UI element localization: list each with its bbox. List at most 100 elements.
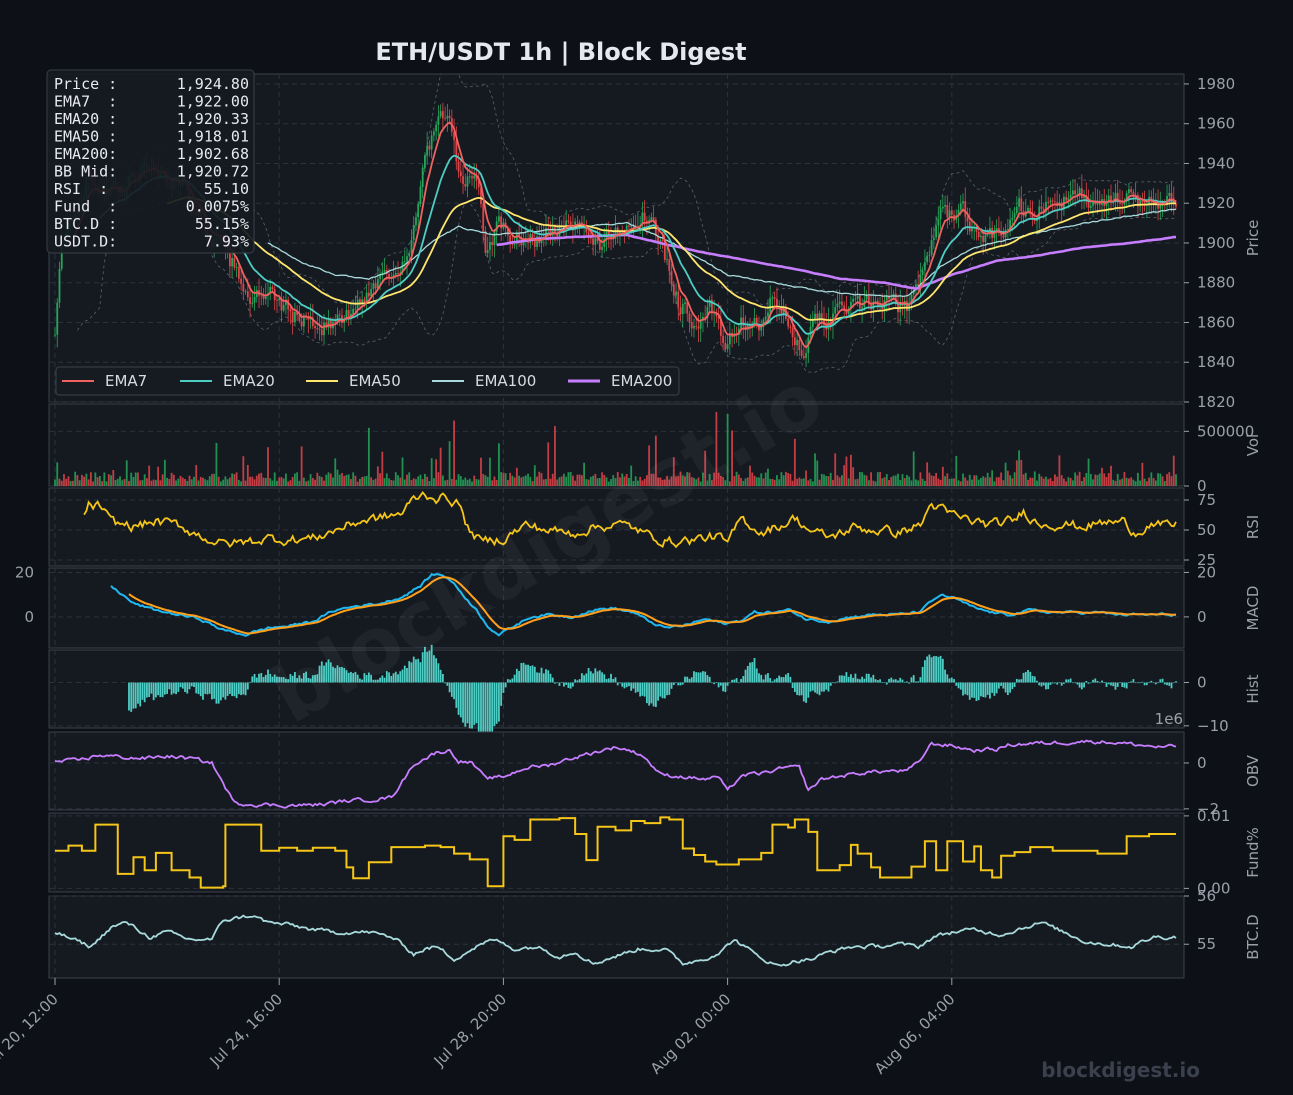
volume-bar <box>56 462 59 486</box>
histogram-bar <box>753 658 756 683</box>
volume-bar <box>986 472 989 486</box>
volume-bar <box>383 478 386 486</box>
volume-bar <box>850 454 852 486</box>
histogram-bar <box>446 682 449 686</box>
info-label: EMA20 : <box>54 110 117 128</box>
histogram-bar <box>473 682 476 725</box>
indicator-info-box: Price : 1,924.80 EMA7 : 1,922.00 EMA20 : 1,92… <box>46 69 255 254</box>
histogram-bar <box>742 676 745 683</box>
candle-body <box>251 302 254 304</box>
histogram-bar <box>134 682 137 709</box>
histogram-bar <box>515 668 518 683</box>
histogram-bar <box>549 673 552 683</box>
volume-bar <box>484 475 487 486</box>
histogram-bar <box>982 682 985 698</box>
candle-body <box>643 212 646 221</box>
volume-bar <box>547 442 550 486</box>
histogram-bar <box>1036 680 1038 683</box>
candle-body <box>789 326 792 328</box>
volume-bar <box>211 474 213 486</box>
histogram-bar <box>809 682 812 692</box>
volume-bar <box>758 477 760 486</box>
volume-bar <box>885 474 888 486</box>
histogram-bar <box>793 682 796 692</box>
volume-bar <box>415 479 417 486</box>
candle-body <box>695 325 698 327</box>
volume-bar <box>401 457 404 486</box>
histogram-bar <box>789 676 792 683</box>
ytick-label-rsi: 50 <box>1197 521 1216 539</box>
histogram-bar <box>632 682 635 689</box>
candle-body <box>242 283 245 292</box>
histogram-bar <box>1080 682 1083 690</box>
histogram-bar <box>594 668 597 683</box>
histogram-bar <box>1074 682 1077 684</box>
volume-bar <box>780 472 783 486</box>
candle-body <box>932 237 935 241</box>
volume-bar <box>197 480 200 486</box>
volume-bar <box>1076 475 1079 486</box>
histogram-bar <box>650 682 653 704</box>
volume-bar <box>143 474 146 486</box>
volume-bar <box>119 476 121 486</box>
volume-bar <box>834 453 837 486</box>
candle-body <box>966 216 969 222</box>
histogram-bar <box>159 682 162 698</box>
histogram-bar <box>1058 682 1061 684</box>
candle-body <box>410 240 413 253</box>
axis-label-price: Price <box>1244 220 1262 257</box>
volume-bar <box>906 475 908 486</box>
volume-bar <box>773 479 776 486</box>
histogram-bar <box>527 664 529 683</box>
volume-bar <box>262 477 265 486</box>
volume-bar <box>320 477 323 486</box>
candle-body <box>489 241 491 251</box>
histogram-bar <box>233 682 236 697</box>
histogram-bar <box>968 682 971 700</box>
volume-bar <box>466 479 469 486</box>
histogram-bar <box>148 682 151 698</box>
histogram-bar <box>242 682 245 695</box>
histogram-bar <box>928 654 931 683</box>
histogram-bar <box>1168 682 1171 686</box>
candle-body <box>982 235 985 242</box>
volume-bar <box>1161 476 1164 486</box>
legend-label-ema20: EMA20 <box>223 372 275 390</box>
volume-bar <box>991 470 994 486</box>
candle-body <box>240 278 242 284</box>
histogram-bar <box>719 682 722 686</box>
volume-bar <box>464 477 467 486</box>
volume-bar <box>444 480 447 486</box>
histogram-bar <box>1033 676 1036 683</box>
histogram-bar <box>850 674 852 683</box>
volume-bar <box>1089 473 1092 486</box>
volume-bar <box>1152 478 1155 486</box>
candle-body <box>338 314 341 316</box>
candle-body <box>684 302 686 304</box>
histogram-bar <box>509 679 512 683</box>
volume-bar <box>1094 474 1097 486</box>
candle-body <box>54 334 56 336</box>
histogram-bar <box>814 682 816 693</box>
volume-bar <box>966 480 969 486</box>
histogram-bar <box>648 682 651 706</box>
histogram-bar <box>836 681 839 683</box>
histogram-bar <box>253 673 256 683</box>
candle-body <box>930 240 933 255</box>
candle-body <box>231 257 234 267</box>
candle-body <box>316 328 319 330</box>
histogram-bar <box>565 682 568 685</box>
histogram-bar <box>715 682 718 684</box>
histogram-bar <box>668 682 671 695</box>
candle-body <box>419 186 422 204</box>
volume-bar <box>529 476 532 486</box>
histogram-bar <box>1038 682 1041 686</box>
candle-body <box>282 304 285 311</box>
histogram-bar <box>702 671 704 683</box>
volume-bar <box>513 477 516 486</box>
candle-body <box>1002 235 1005 238</box>
candle-body <box>415 217 417 226</box>
histogram-bar <box>616 682 619 686</box>
volume-bar <box>1105 476 1108 486</box>
candle-body <box>486 250 489 254</box>
